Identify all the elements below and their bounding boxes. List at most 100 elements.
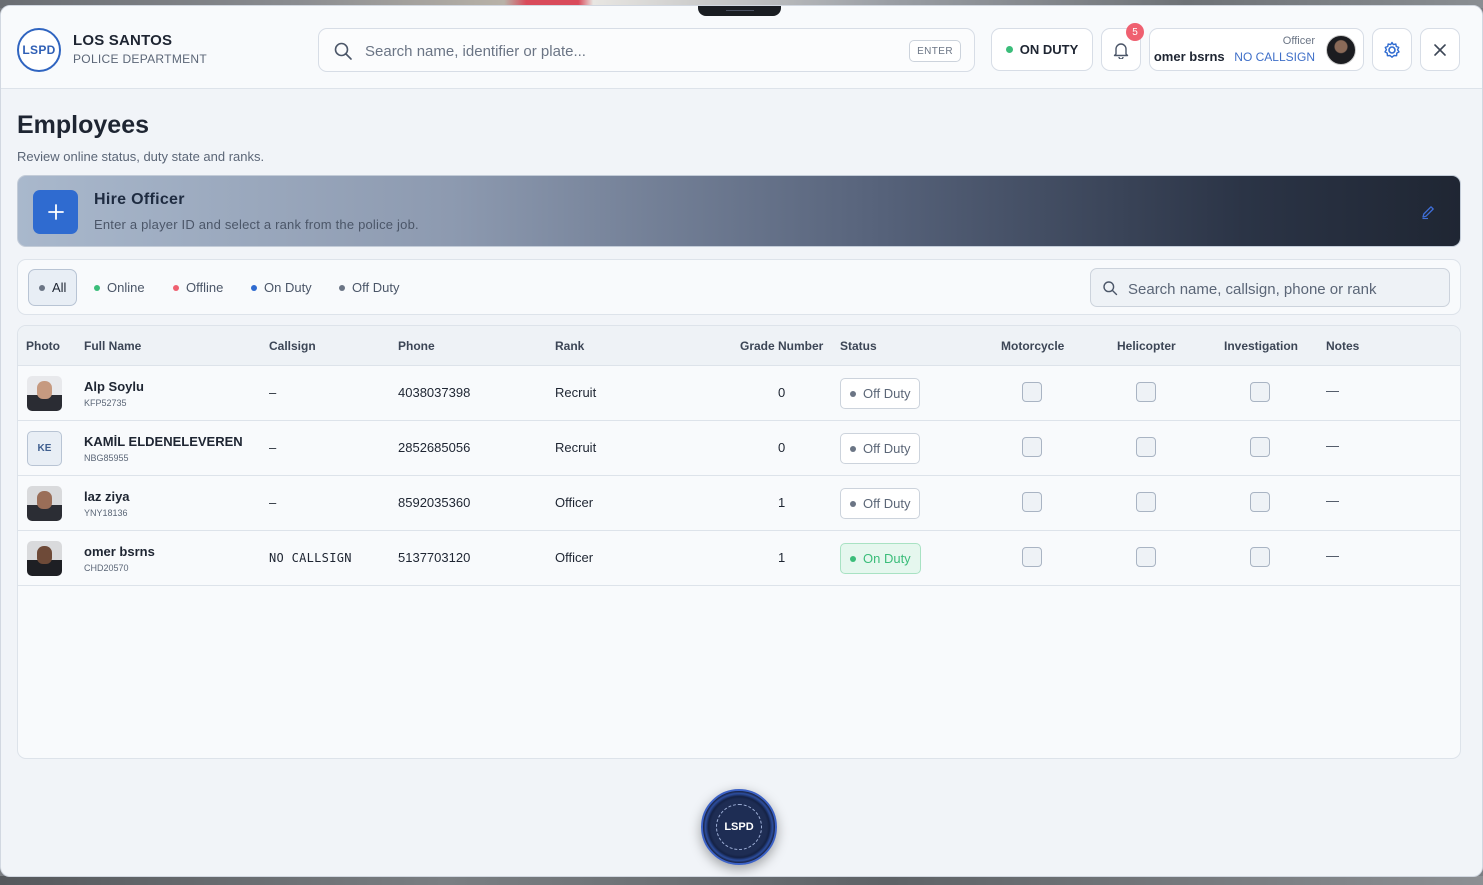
investigation-checkbox[interactable]: [1250, 492, 1270, 512]
employee-identifier: YNY18136: [84, 508, 128, 518]
employee-initials-avatar: KE: [27, 431, 62, 466]
duty-label: ON DUTY: [1019, 42, 1079, 57]
global-search-input[interactable]: [365, 39, 905, 63]
status-dot: [850, 445, 856, 452]
filter-label: Off Duty: [352, 280, 400, 295]
employees-table: Photo Full Name Callsign Phone Rank Grad…: [17, 325, 1461, 759]
filter-label: On Duty: [264, 280, 312, 295]
background-strip-bottom: [0, 876, 1483, 885]
investigation-checkbox[interactable]: [1250, 437, 1270, 457]
motorcycle-checkbox[interactable]: [1022, 547, 1042, 567]
motorcycle-checkbox[interactable]: [1022, 492, 1042, 512]
status-label: On Duty: [863, 551, 911, 566]
lspd-emblem-button[interactable]: LSPD: [701, 789, 777, 865]
filter-off-duty[interactable]: Off Duty: [329, 269, 409, 306]
column-header: Rank: [555, 339, 585, 353]
employee-search: [1090, 268, 1450, 307]
mdt-window: LSPD LOS SANTOS POLICE DEPARTMENT ENTER …: [0, 5, 1483, 877]
global-search: ENTER: [318, 28, 975, 72]
filter-dot: [173, 284, 179, 291]
duty-toggle-button[interactable]: ON DUTY: [991, 28, 1093, 71]
hire-officer-banner[interactable]: Hire Officer Enter a player ID and selec…: [17, 175, 1461, 247]
employee-name: omer bsrns: [84, 544, 155, 559]
notifications-button[interactable]: 5: [1101, 23, 1144, 71]
filter-label: Online: [107, 280, 145, 295]
column-header: Motorcycle: [1001, 339, 1065, 353]
user-avatar: [1326, 35, 1356, 65]
column-header: Phone: [398, 339, 435, 353]
gear-icon: [1384, 41, 1400, 58]
user-role: Officer: [1282, 35, 1315, 47]
column-header: Status: [840, 339, 877, 353]
close-icon: [1434, 43, 1446, 56]
lspd-logo-badge: LSPD: [17, 28, 61, 72]
search-icon: [334, 42, 352, 60]
employee-notes: —: [1326, 383, 1339, 398]
search-icon: [1103, 281, 1118, 296]
employee-identifier: NBG85955: [84, 453, 129, 463]
filter-all[interactable]: All: [28, 269, 78, 306]
helicopter-checkbox[interactable]: [1136, 547, 1156, 567]
investigation-checkbox[interactable]: [1250, 382, 1270, 402]
status-dot: [850, 555, 856, 562]
column-header: Investigation: [1224, 339, 1299, 353]
employee-identifier: KFP52735: [84, 398, 127, 408]
employee-callsign: NO CALLSIGN: [269, 551, 352, 565]
investigation-checkbox[interactable]: [1250, 547, 1270, 567]
employee-notes: —: [1326, 438, 1339, 453]
column-header: Helicopter: [1117, 339, 1176, 353]
filter-dot: [251, 284, 257, 291]
motorcycle-checkbox[interactable]: [1022, 382, 1042, 402]
filter-dot: [94, 284, 100, 291]
bell-icon: [1113, 42, 1129, 59]
filter-dot: [339, 284, 345, 291]
employee-grade: 1: [778, 550, 786, 565]
employee-callsign: –: [269, 440, 277, 455]
helicopter-checkbox[interactable]: [1136, 492, 1156, 512]
employee-identifier: CHD20570: [84, 563, 129, 573]
notification-count-badge: 5: [1126, 23, 1144, 41]
edit-icon[interactable]: [1420, 204, 1436, 220]
table-row[interactable]: KE KAMİL ELDENELEVEREN NBG85955 – 285268…: [18, 421, 1460, 476]
filter-online[interactable]: Online: [84, 269, 155, 306]
motorcycle-checkbox[interactable]: [1022, 437, 1042, 457]
user-profile[interactable]: Officer omer bsrns NO CALLSIGN: [1149, 28, 1364, 71]
status-label: Off Duty: [863, 386, 911, 401]
status-badge: Off Duty: [840, 433, 921, 464]
table-row[interactable]: laz ziya YNY18136 – 8592035360 Officer 1…: [18, 476, 1460, 531]
employee-search-input[interactable]: [1128, 277, 1438, 301]
filter-label: Offline: [186, 280, 224, 295]
table-row[interactable]: omer bsrns CHD20570 NO CALLSIGN 51377031…: [18, 531, 1460, 586]
employee-name: KAMİL ELDENELEVEREN: [84, 434, 243, 449]
page-title: Employees: [17, 111, 150, 139]
lspd-emblem-ring: LSPD: [716, 804, 762, 850]
user-info-line: omer bsrns NO CALLSIGN: [1154, 49, 1315, 64]
plus-icon: [47, 204, 64, 220]
employee-name: Alp Soylu: [84, 379, 144, 394]
filter-on-duty[interactable]: On Duty: [241, 269, 322, 306]
helicopter-checkbox[interactable]: [1136, 382, 1156, 402]
duty-status-dot: [1005, 46, 1013, 53]
status-badge: Off Duty: [840, 378, 921, 409]
employee-photo: [27, 486, 62, 521]
close-button[interactable]: [1420, 28, 1460, 71]
hire-officer-subtitle: Enter a player ID and select a rank from…: [94, 217, 419, 232]
status-label: Off Duty: [863, 496, 911, 511]
employee-name: laz ziya: [84, 489, 130, 504]
employee-grade: 0: [778, 385, 786, 400]
hire-officer-button[interactable]: [33, 190, 78, 234]
filter-label: All: [52, 280, 67, 295]
table-header: Photo Full Name Callsign Phone Rank Grad…: [18, 326, 1460, 366]
employee-notes: —: [1326, 548, 1339, 563]
column-header: Full Name: [84, 339, 142, 353]
settings-button[interactable]: [1372, 28, 1412, 71]
status-dot: [850, 390, 856, 397]
helicopter-checkbox[interactable]: [1136, 437, 1156, 457]
user-name: omer bsrns: [1153, 49, 1225, 64]
employee-phone: 4038037398: [398, 385, 471, 400]
filter-offline[interactable]: Offline: [163, 269, 233, 306]
column-header: Notes: [1326, 339, 1360, 353]
employee-callsign: –: [269, 495, 277, 510]
table-row[interactable]: Alp Soylu KFP52735 – 4038037398 Recruit …: [18, 366, 1460, 421]
brand-title: LOS SANTOS: [73, 32, 173, 49]
